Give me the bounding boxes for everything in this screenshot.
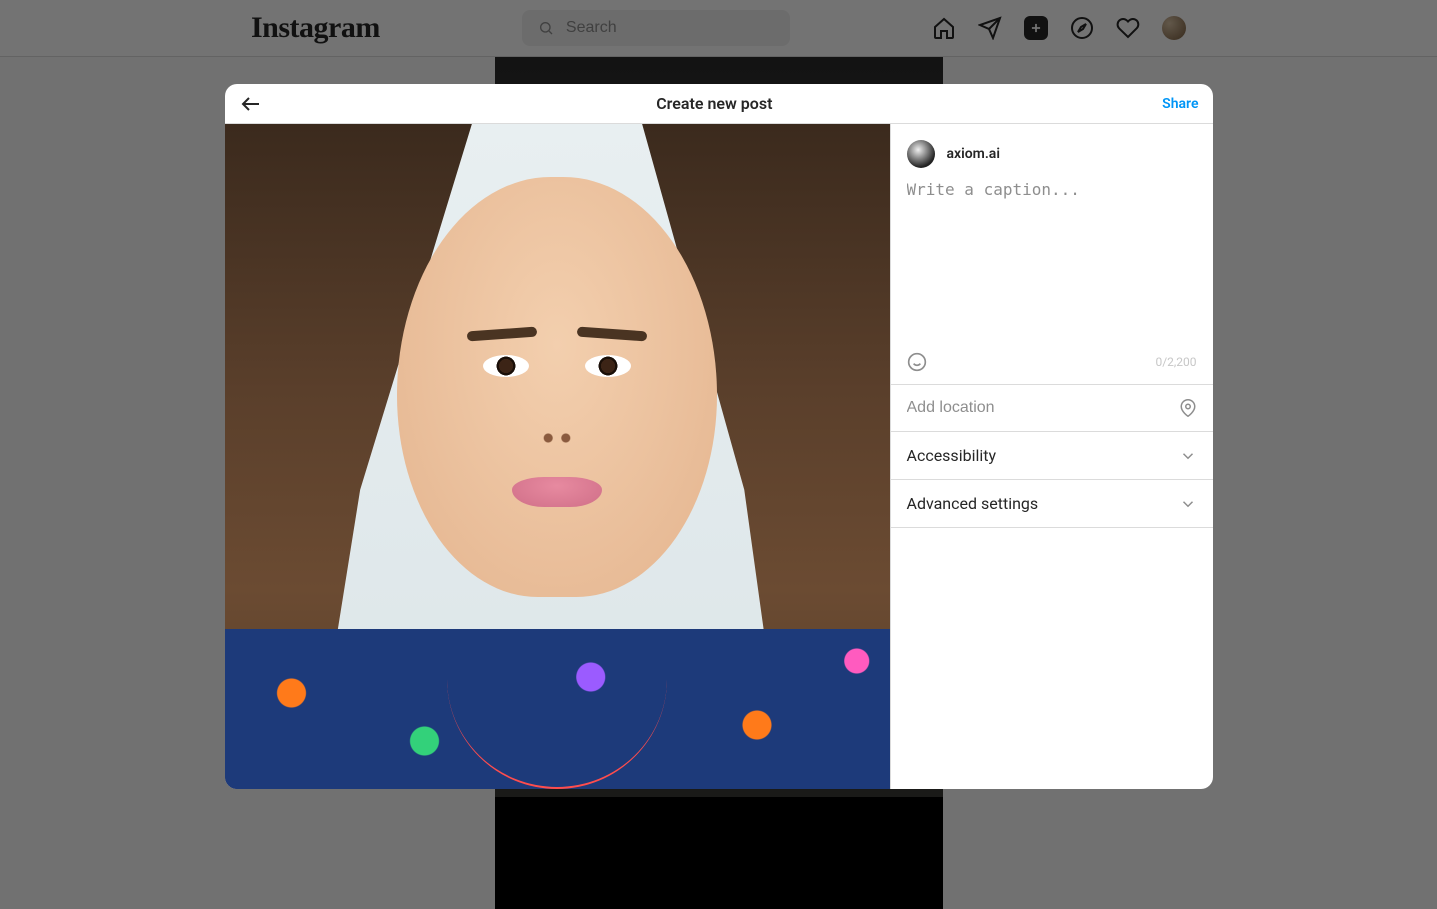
chevron-down-icon xyxy=(1179,447,1197,465)
location-icon xyxy=(1179,399,1197,417)
advanced-settings-label: Advanced settings xyxy=(907,494,1039,513)
location-input[interactable] xyxy=(907,399,1179,417)
uploaded-image xyxy=(225,124,890,789)
author-username[interactable]: axiom.ai xyxy=(947,146,1000,162)
modal-overlay[interactable]: Create new post Share xyxy=(0,0,1437,909)
modal-title: Create new post xyxy=(656,94,772,113)
advanced-settings-section[interactable]: Advanced settings xyxy=(891,479,1213,528)
location-section[interactable] xyxy=(891,384,1213,431)
modal-body: axiom.ai 0/2,200 Accessibility xyxy=(225,124,1213,789)
chevron-down-icon xyxy=(1179,495,1197,513)
create-post-modal: Create new post Share xyxy=(225,84,1213,789)
modal-header: Create new post Share xyxy=(225,84,1213,124)
caption-footer: 0/2,200 xyxy=(891,346,1213,384)
back-button[interactable] xyxy=(239,92,267,116)
share-button[interactable]: Share xyxy=(1162,96,1198,112)
emoji-icon xyxy=(907,352,927,372)
caption-area xyxy=(891,176,1213,346)
accessibility-section[interactable]: Accessibility xyxy=(891,431,1213,479)
author-avatar[interactable] xyxy=(907,140,935,168)
author-row: axiom.ai xyxy=(891,124,1213,176)
character-counter: 0/2,200 xyxy=(1155,355,1196,369)
arrow-left-icon xyxy=(239,92,263,116)
caption-input[interactable] xyxy=(907,180,1197,346)
emoji-button[interactable] xyxy=(907,352,927,372)
accessibility-label: Accessibility xyxy=(907,446,997,465)
details-pane: axiom.ai 0/2,200 Accessibility xyxy=(890,124,1213,789)
media-preview[interactable] xyxy=(225,124,890,789)
